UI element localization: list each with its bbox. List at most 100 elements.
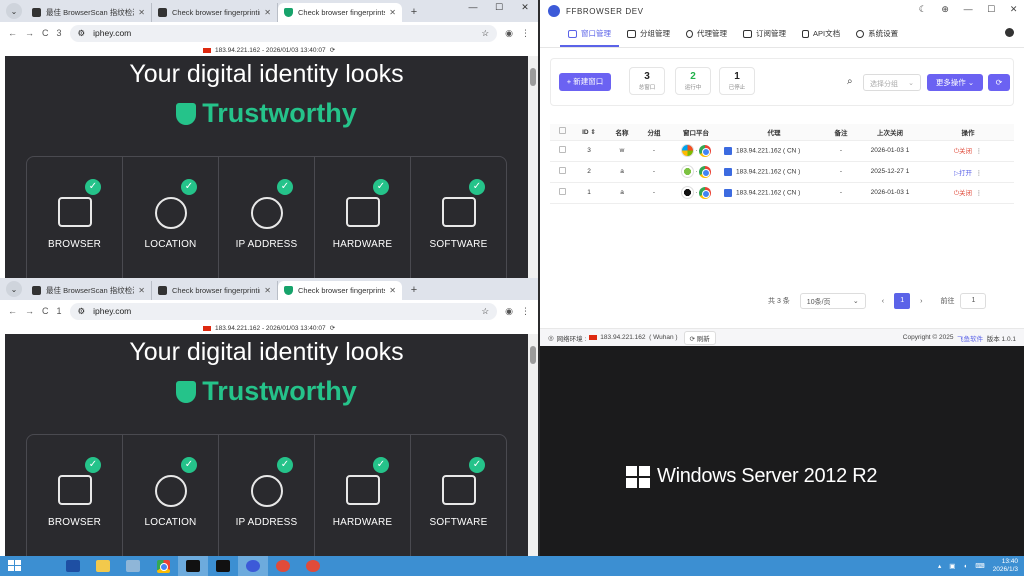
back-arrow-icon[interactable]: ←	[8, 306, 17, 316]
close-window-button[interactable]: ⏻关闭	[954, 148, 972, 155]
tab-iphey[interactable]: Check browser fingerprints ✕	[278, 3, 402, 22]
card-ip-address[interactable]: ✓ IP ADDRESS	[219, 157, 315, 278]
tab-browserscan[interactable]: 最佳 BrowserScan 指纹检测工 ✕	[26, 3, 152, 22]
volume-tray-icon[interactable]: ◖	[963, 563, 967, 570]
card-hardware[interactable]: ✓ HARDWARE	[315, 157, 411, 278]
site-settings-icon[interactable]: ⚙	[78, 28, 86, 39]
network-tray-icon[interactable]: ▣	[949, 562, 955, 570]
bookmark-star-icon[interactable]: ☆	[482, 28, 490, 39]
search-icon[interactable]: ⌕	[847, 76, 853, 87]
new-tab-plus-icon[interactable]: +	[406, 282, 422, 298]
next-page-icon[interactable]: ›	[920, 298, 922, 305]
tray-arrow-icon[interactable]: ▴	[938, 562, 941, 570]
maximize-icon[interactable]: ☐	[486, 0, 512, 16]
card-location[interactable]: ✓ LOCATION	[123, 435, 219, 556]
user-avatar-icon[interactable]	[1005, 28, 1014, 37]
profile-icon[interactable]: ◉	[505, 28, 513, 39]
row-checkbox[interactable]	[558, 146, 566, 153]
tab-window-management[interactable]: 窗口管理	[560, 28, 619, 47]
close-window-icon[interactable]: ✕	[512, 0, 538, 16]
scrollbar[interactable]	[528, 56, 538, 278]
back-arrow-icon[interactable]: ←	[8, 28, 17, 38]
refresh-icon[interactable]: ⟳	[330, 324, 335, 332]
close-icon[interactable]: ✕	[264, 8, 271, 17]
goto-page-input[interactable]: 1	[960, 293, 987, 309]
terminal2-taskbar-icon[interactable]	[208, 556, 238, 576]
ffbrowser-instance2-taskbar-icon[interactable]	[298, 556, 328, 576]
close-icon[interactable]: ✕	[389, 8, 396, 17]
tab-subscription-management[interactable]: 订阅管理	[735, 28, 794, 47]
file-explorer-taskbar-icon[interactable]	[88, 556, 118, 576]
row-more-icon[interactable]: ⋮	[976, 170, 983, 177]
row-checkbox[interactable]	[558, 188, 566, 195]
row-more-icon[interactable]: ⋮	[976, 148, 983, 155]
menu-icon[interactable]: ⋮	[521, 306, 530, 317]
card-software[interactable]: ✓ SOFTWARE	[411, 157, 506, 278]
vendor-link[interactable]: 飞鱼软件	[957, 333, 983, 343]
prev-page-icon[interactable]: ‹	[882, 298, 884, 305]
close-window-icon[interactable]: ✕	[1010, 4, 1018, 15]
scroll-thumb[interactable]	[530, 68, 536, 86]
tab-fingerprinting[interactable]: Check browser fingerprinting ✕	[152, 3, 278, 22]
page-size-select[interactable]: 10条/页 ⌄	[799, 293, 866, 309]
close-icon[interactable]: ✕	[138, 8, 145, 17]
chrome-taskbar-icon[interactable]	[148, 556, 178, 576]
url-field[interactable]: ⚙ iphey.com ☆	[69, 24, 498, 42]
page-1-button[interactable]: 1	[894, 293, 911, 309]
tab-system-settings[interactable]: 系统设置	[848, 28, 906, 47]
menu-icon[interactable]: ⋮	[521, 28, 530, 39]
reload-icon[interactable]: C	[42, 306, 49, 316]
select-all-checkbox[interactable]	[558, 127, 566, 135]
terminal-taskbar-icon[interactable]	[178, 556, 208, 576]
url-field[interactable]: ⚙ iphey.com ☆	[69, 302, 498, 320]
tab-api-docs[interactable]: API文档	[794, 28, 848, 47]
language-tray-icon[interactable]: ⌨	[975, 562, 984, 570]
close-icon[interactable]: ✕	[138, 286, 145, 295]
tab-fingerprinting[interactable]: Check browser fingerprinting ✕	[152, 281, 278, 300]
start-button[interactable]	[0, 556, 28, 576]
new-tab-plus-icon[interactable]: +	[406, 4, 422, 20]
refresh-button[interactable]: ⟳	[988, 74, 1010, 91]
minimize-icon[interactable]: —	[964, 4, 974, 15]
close-icon[interactable]: ✕	[389, 286, 396, 295]
reload-icon[interactable]: C	[42, 28, 49, 38]
profile-icon[interactable]: ◉	[505, 306, 513, 317]
bookmark-star-icon[interactable]: ☆	[482, 306, 490, 317]
tab-browserscan[interactable]: 最佳 BrowserScan 指纹检测工 ✕	[26, 281, 152, 300]
card-ip-address[interactable]: ✓ IP ADDRESS	[219, 435, 315, 556]
table-row[interactable]: 3 w - · 183.94.221.162 ( CN ) - 2026-01-…	[550, 140, 1014, 162]
site-settings-icon[interactable]: ⚙	[78, 306, 86, 317]
tab-proxy-management[interactable]: 代理管理	[678, 28, 735, 47]
forward-arrow-icon[interactable]: →	[25, 28, 34, 38]
more-actions-button[interactable]: 更多操作 ⌄	[927, 74, 983, 91]
row-more-icon[interactable]: ⋮	[976, 190, 983, 197]
language-globe-icon[interactable]: ⊕	[941, 4, 949, 15]
maximize-icon[interactable]: ☐	[987, 4, 996, 15]
scrollbar[interactable]	[528, 334, 538, 556]
refresh-icon[interactable]: ⟳	[330, 46, 335, 54]
card-location[interactable]: ✓ LOCATION	[123, 157, 219, 278]
col-id[interactable]: ID ⇕	[574, 124, 604, 141]
open-window-button[interactable]: ▷打开	[954, 170, 972, 177]
minimize-icon[interactable]: —	[460, 0, 486, 16]
table-row[interactable]: 2 a - · 183.94.221.162 ( CN ) - 2025-12-…	[550, 161, 1014, 183]
network-refresh-button[interactable]: ⟳ 刷新	[683, 330, 716, 345]
card-browser[interactable]: ✓ BROWSER	[27, 435, 123, 556]
clock[interactable]: 13:40 2026/1/3	[993, 558, 1018, 574]
powershell-taskbar-icon[interactable]	[58, 556, 88, 576]
close-icon[interactable]: ✕	[264, 286, 271, 295]
tab-iphey[interactable]: Check browser fingerprints ✕	[278, 281, 402, 300]
card-software[interactable]: ✓ SOFTWARE	[411, 435, 506, 556]
ffbrowser-taskbar-icon[interactable]	[238, 556, 268, 576]
scroll-thumb[interactable]	[530, 346, 536, 364]
tab-search-icon[interactable]: ⌄	[6, 281, 22, 297]
server-manager-taskbar-icon[interactable]	[118, 556, 148, 576]
ffbrowser-instance-taskbar-icon[interactable]	[268, 556, 298, 576]
tab-group-management[interactable]: 分组管理	[619, 28, 678, 47]
tab-search-icon[interactable]: ⌄	[6, 3, 22, 19]
theme-moon-icon[interactable]: ☾	[919, 4, 928, 15]
row-checkbox[interactable]	[558, 167, 566, 174]
table-row[interactable]: 1 a - · 183.94.221.162 ( CN ) - 2026-01-…	[550, 182, 1014, 204]
card-hardware[interactable]: ✓ HARDWARE	[315, 435, 411, 556]
new-window-button[interactable]: + 新建窗口	[559, 73, 611, 91]
